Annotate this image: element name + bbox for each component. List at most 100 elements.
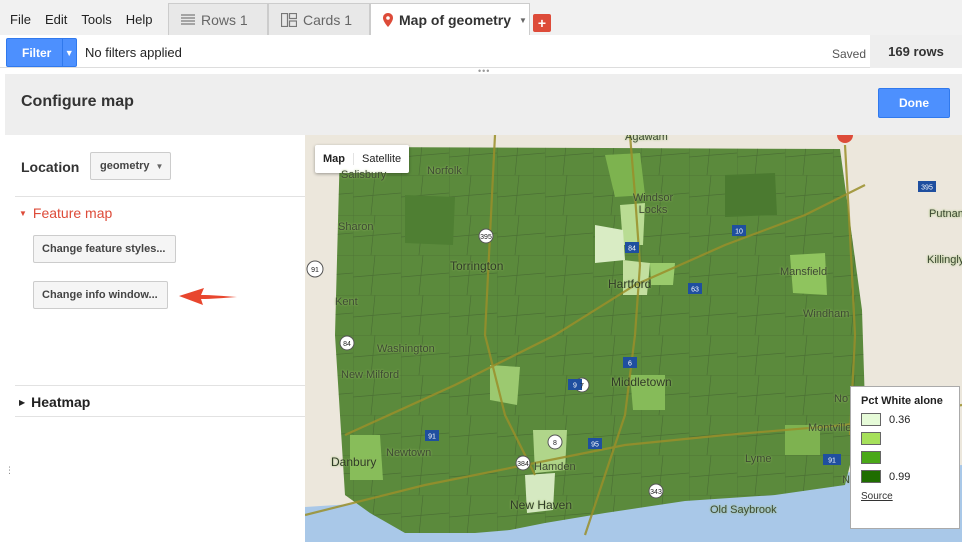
highway-shield-label: 8 (553, 440, 557, 447)
filter-button[interactable]: Filter ▼ (6, 38, 77, 67)
legend-item-label: 0.36 (889, 413, 911, 426)
page-title: Configure map (21, 93, 134, 110)
filter-bar: Filter ▼ No filters applied Saved 169 ro… (0, 35, 962, 68)
tab-cards[interactable]: Cards 1 (268, 3, 370, 35)
legend-swatch (861, 413, 881, 426)
place-label: Lyme (745, 453, 772, 465)
highway-shield-label: 384 (517, 461, 529, 468)
divider (15, 196, 305, 197)
heatmap-label: Heatmap (31, 394, 91, 410)
side-collapse-handle-icon[interactable]: ⋮ (5, 465, 14, 476)
place-label: Hamden (534, 461, 576, 473)
add-tab-button[interactable]: + (533, 14, 551, 32)
place-label: Newtown (386, 447, 432, 459)
heatmap-section-toggle[interactable]: ▶ Heatmap (19, 394, 90, 410)
filter-button-label: Filter (22, 45, 52, 60)
tab-rows-label: Rows 1 (201, 11, 248, 28)
place-label: Windsor Locks (632, 192, 674, 216)
config-sidebar: Location geometry ▼ ▼ Feature map Change… (5, 135, 305, 542)
legend-item (861, 432, 949, 445)
legend-item-label: 0.99 (889, 470, 911, 483)
saved-status: Saved (832, 47, 867, 61)
red-arrow-icon (177, 285, 239, 310)
menu-help[interactable]: Help (126, 12, 153, 27)
map-pin-icon (383, 13, 393, 27)
feature-map-label: Feature map (32, 205, 113, 221)
chevron-down-icon: ▼ (155, 161, 164, 171)
configure-map-panel: Configure map Done Location geometry ▼ ▼… (5, 74, 962, 542)
tab-rows[interactable]: Rows 1 (168, 3, 268, 35)
triangle-down-icon: ▼ (19, 208, 27, 218)
highway-shield-label: 91 (428, 434, 436, 441)
done-button[interactable]: Done (878, 88, 950, 118)
place-label: Sharon (338, 221, 374, 233)
divider (15, 385, 305, 386)
place-label: Mansfield (780, 266, 828, 278)
feature-map-section-toggle[interactable]: ▼ Feature map (19, 205, 112, 221)
highway-shield-label: 395 (480, 234, 492, 241)
highway-shield-label: 63 (691, 287, 699, 294)
place-label: Danbury (331, 455, 377, 469)
menu-file[interactable]: File (10, 12, 31, 27)
location-label: Location (21, 159, 80, 175)
place-label: Middletown (611, 375, 672, 389)
highway-shield-label: 91 (311, 267, 319, 274)
legend-item: 0.36 (861, 413, 949, 426)
filter-status: No filters applied (85, 45, 182, 60)
divider (15, 416, 305, 417)
highway-shield-label: 395 (921, 185, 933, 192)
legend-swatch (861, 470, 881, 483)
highway-shield-label: 7 (580, 383, 584, 390)
highway-shield-label: 95 (591, 442, 599, 449)
app-window: File Edit Tools Help Rows 1 Cards 1 Map … (0, 0, 962, 542)
cards-icon (281, 12, 297, 27)
legend-title: Pct White alone (861, 395, 943, 407)
place-label: Torrington (450, 259, 504, 273)
menu-bar: File Edit Tools Help (10, 12, 152, 27)
top-bar: File Edit Tools Help Rows 1 Cards 1 Map … (0, 0, 962, 36)
row-count: 169 rows (870, 35, 962, 68)
change-feature-styles-button[interactable]: Change feature styles... (33, 235, 176, 263)
tab-map-label: Map of geometry (399, 12, 512, 28)
menu-edit[interactable]: Edit (45, 12, 67, 27)
place-label: Washington (377, 343, 435, 355)
chevron-down-icon[interactable]: ▼ (61, 39, 76, 66)
triangle-right-icon: ▶ (19, 397, 26, 407)
map-view[interactable]: 395 84 91 384 8 343 7 84 63 10 91 95 395 91 6 9 Map Sat… (305, 135, 962, 542)
place-label: Kent (335, 296, 358, 308)
map-type-satellite-button[interactable]: Satellite (354, 153, 409, 165)
place-label: Agawam (625, 135, 668, 143)
change-info-window-button[interactable]: Change info window... (33, 281, 168, 309)
highway-shield-label: 84 (343, 341, 351, 348)
place-label: Putnam (929, 208, 962, 220)
place-label: Hartford (608, 277, 652, 291)
chevron-down-icon[interactable]: ▼ (519, 16, 527, 25)
place-label: New Haven (510, 498, 573, 512)
highway-shield-label: 9 (573, 383, 577, 390)
highway-shield-label: 10 (735, 229, 743, 236)
highway-shield-label: 6 (628, 361, 632, 368)
menu-tools[interactable]: Tools (81, 12, 111, 27)
legend-item: 0.99 (861, 470, 949, 483)
place-label: Old Saybrook (710, 504, 777, 516)
map-type-map-button[interactable]: Map (315, 153, 354, 165)
highway-shield-label: 91 (828, 458, 836, 465)
map-legend: Pct White alone 0.36 0.99 Source (850, 386, 960, 529)
place-label: Windham (803, 308, 850, 320)
location-select[interactable]: geometry ▼ (90, 152, 171, 180)
place-label: New Milford (341, 369, 400, 381)
legend-item (861, 451, 949, 464)
legend-source-link[interactable]: Source (861, 491, 949, 502)
rows-icon (181, 13, 195, 26)
place-label: Montville (808, 422, 852, 434)
tab-map-of-geometry[interactable]: Map of geometry ▼ (370, 3, 530, 36)
configure-header: Configure map Done (5, 74, 962, 134)
highway-shield-label: 84 (628, 246, 636, 253)
location-select-value: geometry (100, 160, 150, 172)
place-label: Norfolk (427, 165, 462, 177)
place-label: Killingly (927, 254, 962, 266)
tab-cards-label: Cards 1 (303, 11, 353, 28)
place-label: No (834, 393, 849, 405)
place-label: Salisbury (341, 169, 387, 181)
legend-swatch (861, 451, 881, 464)
